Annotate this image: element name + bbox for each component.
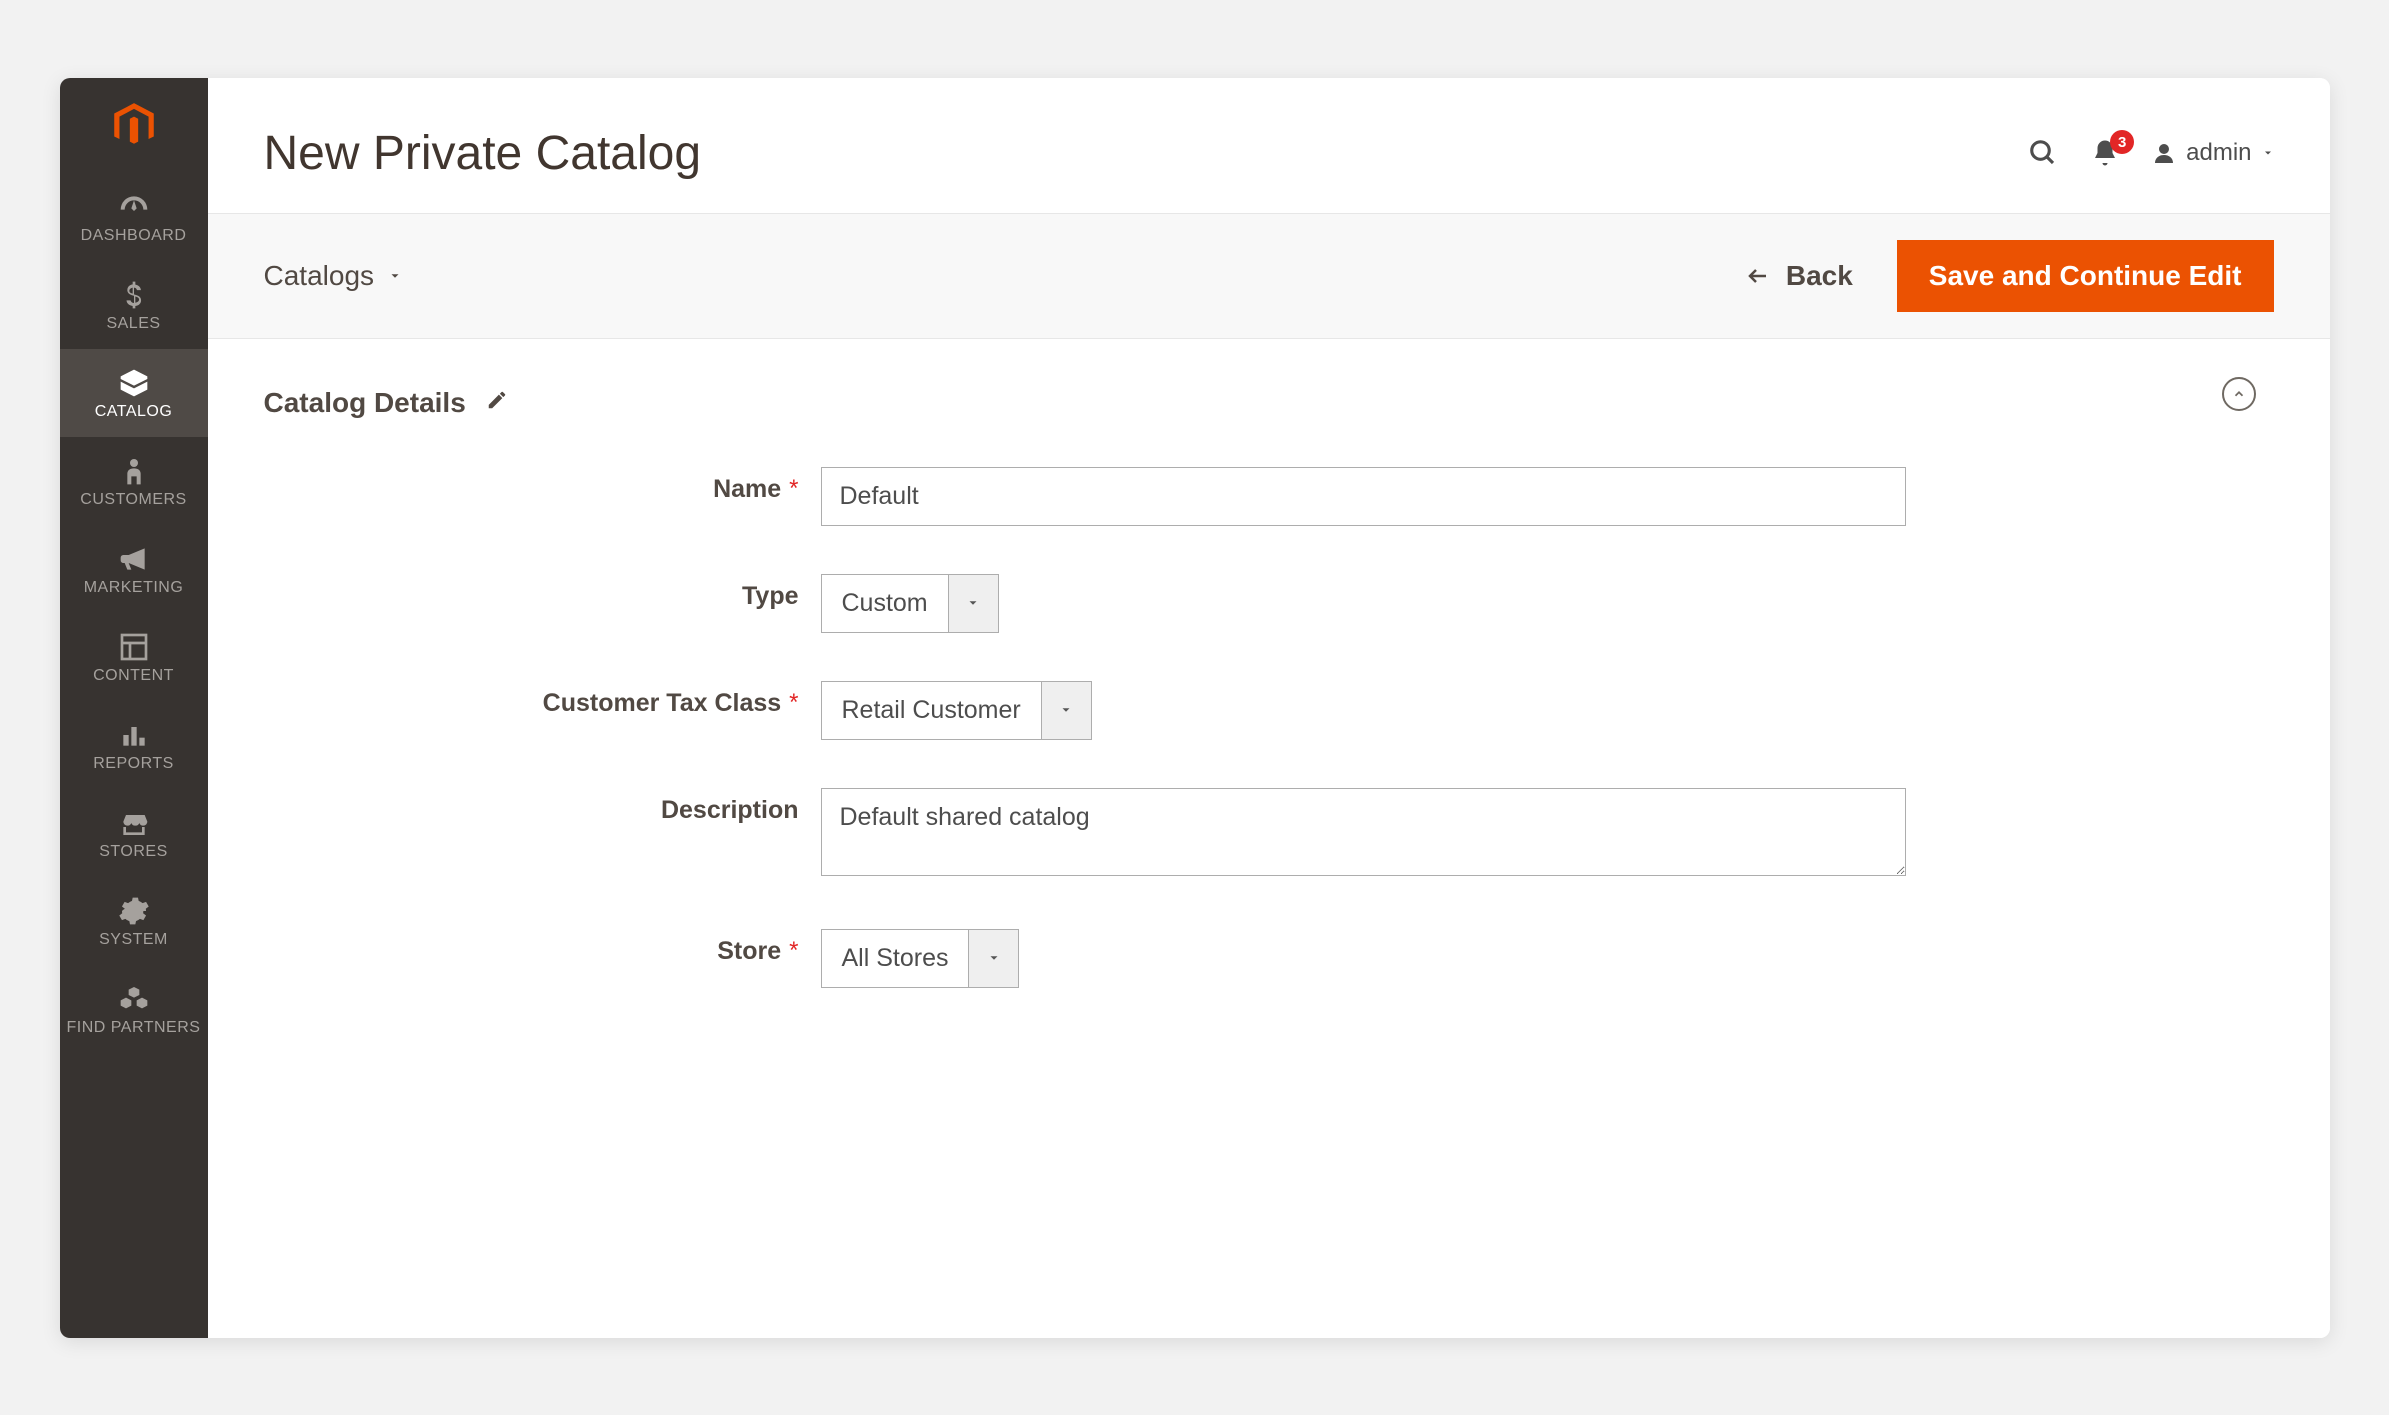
sidebar-item-content[interactable]: CONTENT: [60, 613, 208, 701]
sidebar-item-label: DASHBOARD: [81, 227, 187, 245]
caret-down-icon: [948, 575, 998, 632]
store-value: All Stores: [822, 930, 969, 987]
store-select[interactable]: All Stores: [821, 929, 1020, 988]
main-content: New Private Catalog 3 admin Catalogs: [208, 78, 2330, 1338]
sidebar-item-dashboard[interactable]: DASHBOARD: [60, 173, 208, 261]
description-input[interactable]: [821, 788, 1906, 876]
sidebar-item-label: MARKETING: [84, 579, 184, 597]
type-value: Custom: [822, 575, 948, 632]
sidebar-item-label: FIND PARTNERS: [67, 1019, 201, 1037]
search-button[interactable]: [2028, 138, 2058, 168]
sidebar-item-system[interactable]: SYSTEM: [60, 877, 208, 965]
save-continue-button[interactable]: Save and Continue Edit: [1897, 240, 2274, 312]
sidebar-item-reports[interactable]: REPORTS: [60, 701, 208, 789]
user-menu[interactable]: admin: [2152, 139, 2273, 167]
caret-down-icon: [388, 269, 402, 283]
notifications-button[interactable]: 3: [2090, 138, 2120, 168]
form-row-type: Type Custom: [264, 574, 2274, 633]
search-icon: [2028, 138, 2058, 168]
user-icon: [2152, 141, 2176, 165]
sidebar-item-partners[interactable]: FIND PARTNERS: [60, 965, 208, 1053]
sidebar-item-marketing[interactable]: MARKETING: [60, 525, 208, 613]
required-indicator: *: [789, 937, 798, 965]
edit-icon[interactable]: [486, 389, 508, 416]
app-window: DASHBOARD SALES CATALOG CUSTOMERS MARKET…: [60, 78, 2330, 1338]
type-label: Type: [742, 582, 799, 611]
back-label: Back: [1786, 260, 1853, 292]
notification-badge: 3: [2110, 130, 2134, 154]
required-indicator: *: [789, 689, 798, 717]
actionbar-right: Back Save and Continue Edit: [1746, 240, 2274, 312]
sidebar-item-label: CONTENT: [93, 667, 174, 685]
page-title: New Private Catalog: [264, 126, 702, 181]
sidebar-item-label: SYSTEM: [99, 931, 168, 949]
sidebar-item-sales[interactable]: SALES: [60, 261, 208, 349]
sidebar-item-label: REPORTS: [93, 755, 174, 773]
type-select[interactable]: Custom: [821, 574, 999, 633]
tax-class-value: Retail Customer: [822, 682, 1041, 739]
sidebar-item-catalog[interactable]: CATALOG: [60, 349, 208, 437]
caret-down-icon: [968, 930, 1018, 987]
content-area: Catalog Details Name * T: [208, 339, 2330, 1036]
storefront-icon: [118, 807, 150, 839]
form-row-description: Description: [264, 788, 2274, 881]
layout-icon: [118, 631, 150, 663]
sidebar-item-label: STORES: [99, 843, 168, 861]
box-icon: [118, 367, 150, 399]
dollar-icon: [118, 279, 150, 311]
sidebar-item-label: CATALOG: [95, 403, 173, 421]
caret-down-icon: [2262, 147, 2274, 159]
required-indicator: *: [789, 475, 798, 503]
page-header: New Private Catalog 3 admin: [208, 78, 2330, 213]
sidebar-item-stores[interactable]: STORES: [60, 789, 208, 877]
tax-class-select[interactable]: Retail Customer: [821, 681, 1092, 740]
speedometer-icon: [118, 191, 150, 223]
caret-down-icon: [1041, 682, 1091, 739]
bars-icon: [118, 719, 150, 751]
sidebar-item-label: CUSTOMERS: [80, 491, 186, 509]
name-input[interactable]: [821, 467, 1906, 526]
section-title: Catalog Details: [264, 387, 466, 419]
person-icon: [118, 455, 150, 487]
action-bar: Catalogs Back Save and Continue Edit: [208, 213, 2330, 339]
back-button[interactable]: Back: [1746, 260, 1853, 292]
form-row-tax-class: Customer Tax Class * Retail Customer: [264, 681, 2274, 740]
store-label: Store: [717, 937, 781, 966]
form-row-store: Store * All Stores: [264, 929, 2274, 988]
name-label: Name: [713, 475, 781, 504]
sidebar-item-label: SALES: [106, 315, 160, 333]
breadcrumb[interactable]: Catalogs: [264, 260, 403, 292]
breadcrumb-label: Catalogs: [264, 260, 375, 292]
blocks-icon: [118, 983, 150, 1015]
arrow-left-icon: [1746, 264, 1770, 288]
header-actions: 3 admin: [2028, 138, 2273, 168]
sidebar: DASHBOARD SALES CATALOG CUSTOMERS MARKET…: [60, 78, 208, 1338]
user-name: admin: [2186, 139, 2251, 167]
form-row-name: Name *: [264, 467, 2274, 526]
sidebar-item-customers[interactable]: CUSTOMERS: [60, 437, 208, 525]
logo[interactable]: [60, 78, 208, 173]
catalog-form: Name * Type Custom: [264, 467, 2274, 988]
megaphone-icon: [118, 543, 150, 575]
tax-class-label: Customer Tax Class: [543, 689, 782, 718]
magento-logo-icon: [108, 99, 160, 151]
gear-icon: [118, 895, 150, 927]
section-header: Catalog Details: [264, 387, 2274, 419]
description-label: Description: [661, 796, 799, 825]
